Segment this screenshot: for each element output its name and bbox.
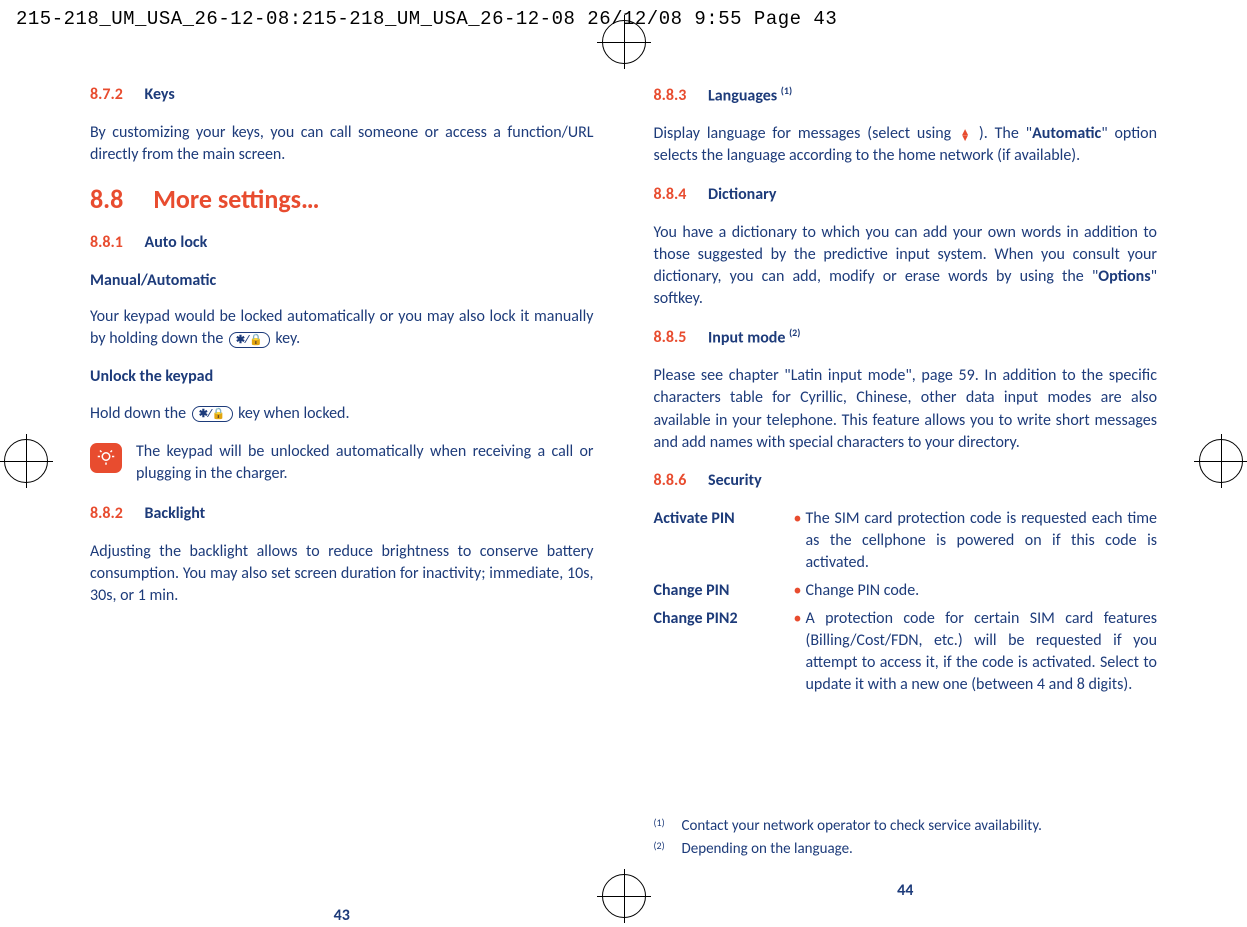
paragraph: By customizing your keys, you can call s… [90, 122, 594, 166]
text: Hold down the [90, 404, 190, 423]
text: You have a dictionary to which you can a… [654, 223, 1158, 286]
crop-mark-top [602, 20, 646, 64]
heading-number: 8.8.2 [90, 504, 123, 523]
heading-title: Auto lock [145, 233, 208, 252]
heading-8-8: 8.8 More settings… [90, 182, 594, 218]
footnote-number: (2) [654, 839, 670, 860]
footnote-ref: (1) [781, 84, 792, 97]
security-row-change-pin2: Change PIN2 A protection code for certai… [654, 608, 1158, 696]
security-desc: A protection code for certain SIM card f… [794, 608, 1158, 696]
heading-number: 8.8.6 [654, 471, 687, 490]
security-row-activate-pin: Activate PIN The SIM card protection cod… [654, 508, 1158, 574]
bold-text: Automatic [1032, 124, 1101, 143]
paragraph: Please see chapter "Latin input mode", p… [654, 365, 1158, 453]
crop-mark-right [1199, 439, 1243, 483]
heading-number: 8.7.2 [90, 85, 123, 104]
footnote-text: Depending on the language. [682, 839, 853, 860]
page-spread: 8.7.2 Keys By customizing your keys, you… [0, 34, 1247, 927]
star-lock-key-icon: ✱⁄🔒 [229, 332, 270, 348]
star-lock-key-icon: ✱⁄🔒 [192, 406, 233, 422]
heading-number: 8.8.5 [654, 328, 687, 347]
heading-8-8-6: 8.8.6 Security [654, 470, 1158, 492]
security-label: Activate PIN [654, 508, 794, 574]
heading-number: 8.8.4 [654, 185, 687, 204]
text: key. [275, 329, 300, 348]
security-desc: The SIM card protection code is requeste… [794, 508, 1158, 574]
heading-title: Languages [708, 86, 781, 105]
tip-text: The keypad will be unlocked automaticall… [136, 441, 594, 485]
heading-title: Backlight [145, 504, 206, 523]
heading-title: Dictionary [708, 185, 777, 204]
heading-8-8-2: 8.8.2 Backlight [90, 503, 594, 525]
heading-8-7-2: 8.7.2 Keys [90, 84, 594, 106]
paragraph: Hold down the ✱⁄🔒 key when locked. [90, 403, 594, 425]
subheading-unlock: Unlock the keypad [90, 366, 594, 388]
footnote-number: (1) [654, 816, 670, 837]
lightbulb-icon [90, 443, 122, 473]
security-desc: Change PIN code. [794, 580, 1158, 602]
text: Your keypad would be locked automaticall… [90, 307, 594, 348]
heading-8-8-3: 8.8.3 Languages (1) [654, 84, 1158, 107]
paragraph: Your keypad would be locked automaticall… [90, 306, 594, 350]
paragraph: You have a dictionary to which you can a… [654, 222, 1158, 310]
heading-8-8-4: 8.8.4 Dictionary [654, 184, 1158, 206]
heading-title: Security [708, 471, 762, 490]
page-number-right: 44 [654, 880, 1158, 902]
security-table: Activate PIN The SIM card protection cod… [654, 508, 1158, 697]
footnote-1: (1) Contact your network operator to che… [654, 816, 1158, 837]
footnotes: (1) Contact your network operator to che… [654, 816, 1158, 859]
heading-number: 8.8.1 [90, 233, 123, 252]
security-label: Change PIN2 [654, 608, 794, 696]
footnote-text: Contact your network operator to check s… [682, 816, 1042, 837]
crop-mark-bottom [602, 874, 646, 918]
heading-8-8-5: 8.8.5 Input mode (2) [654, 326, 1158, 349]
text: key when locked. [238, 404, 349, 423]
heading-title: Input mode [708, 328, 789, 347]
text: Display language for messages (select us… [654, 124, 959, 143]
paragraph: Display language for messages (select us… [654, 123, 1158, 167]
heading-title: More settings… [153, 183, 319, 215]
page-right: 8.8.3 Languages (1) Display language for… [654, 84, 1158, 927]
crop-mark-left [4, 439, 48, 483]
subheading-manual-automatic: Manual/Automatic [90, 270, 594, 292]
footnote-ref: (2) [789, 326, 800, 339]
heading-number: 8.8.3 [654, 86, 687, 105]
text: ). The " [979, 124, 1032, 143]
heading-title: Keys [145, 85, 175, 104]
footnote-2: (2) Depending on the language. [654, 839, 1158, 860]
up-down-arrows-icon: ▲▼ [960, 129, 970, 141]
paragraph: Adjusting the backlight allows to reduce… [90, 541, 594, 607]
heading-8-8-1: 8.8.1 Auto lock [90, 232, 594, 254]
tip-callout: The keypad will be unlocked automaticall… [90, 441, 594, 485]
heading-number: 8.8 [90, 183, 123, 215]
security-row-change-pin: Change PIN Change PIN code. [654, 580, 1158, 602]
bold-text: Options [1098, 267, 1150, 286]
security-label: Change PIN [654, 580, 794, 602]
page-left: 8.7.2 Keys By customizing your keys, you… [90, 84, 594, 927]
page-number-left: 43 [90, 905, 594, 927]
